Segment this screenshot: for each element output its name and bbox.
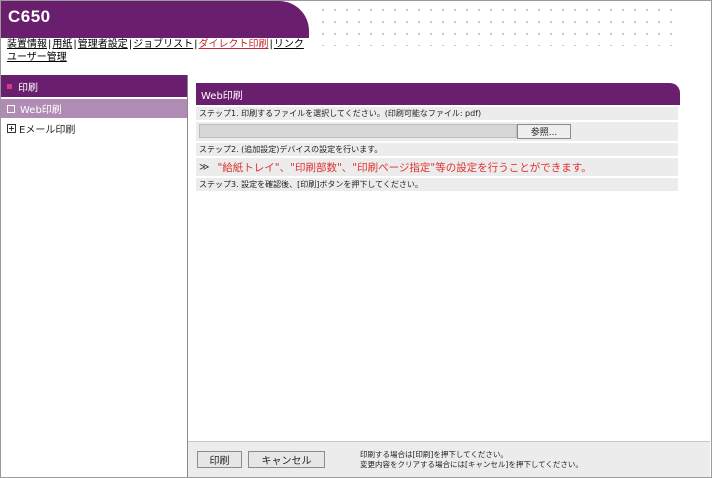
step2-text: ステップ2. (追加設定)デバイスの設定を行います。 xyxy=(199,145,383,154)
nav-job-list[interactable]: ジョブリスト xyxy=(133,39,193,50)
double-chevron-right-icon: ≫ xyxy=(199,161,210,173)
sidebar-item-label: Eメール印刷 xyxy=(19,124,76,136)
sidebar-item-email-print[interactable]: Eメール印刷 xyxy=(1,118,187,138)
header-title-bar: C650 xyxy=(1,1,309,38)
expand-plus-icon[interactable] xyxy=(7,123,16,133)
sidebar-item-label: Web印刷 xyxy=(20,105,62,116)
nav-user-management[interactable]: ユーザー管理 xyxy=(7,52,67,63)
step2-settings-link[interactable]: "給紙トレイ"、"印刷部数"、"印刷ページ指定"等の設定を行うことができます。 xyxy=(217,160,591,175)
file-path-input[interactable] xyxy=(199,124,517,138)
nav-device-info[interactable]: 装置情報 xyxy=(7,39,47,50)
footer-note-line2: 変更内容をクリアする場合には[キャンセル]を押下してください。 xyxy=(360,460,583,469)
sidebar-heading-label: 印刷 xyxy=(18,82,38,94)
app-frame: C650 装置情報|用紙|管理者設定|ジョブリスト|ダイレクト印刷|リンク ユー… xyxy=(0,0,712,478)
step2-settings-row[interactable]: ≫ "給紙トレイ"、"印刷部数"、"印刷ページ指定"等の設定を行うことができます… xyxy=(196,158,678,176)
footer-note-line1: 印刷する場合は[印刷]を押下してください。 xyxy=(360,450,508,459)
bullet-square-icon xyxy=(7,83,12,89)
sidebar: 印刷 Web印刷 Eメール印刷 xyxy=(1,75,188,477)
nav-paper[interactable]: 用紙 xyxy=(52,39,72,50)
nav-admin-settings[interactable]: 管理者設定 xyxy=(78,39,128,50)
sidebar-heading: 印刷 xyxy=(1,75,187,97)
checkbox-square-icon xyxy=(7,104,15,113)
nav-link[interactable]: リンク xyxy=(274,39,304,50)
print-button[interactable]: 印刷 xyxy=(197,451,242,468)
browse-button[interactable]: 参照... xyxy=(517,124,571,139)
panel-title: Web印刷 xyxy=(196,83,680,105)
step2-row: ステップ2. (追加設定)デバイスの設定を行います。 xyxy=(196,143,678,156)
step1-text: ステップ1. 印刷するファイルを選択してください。(印刷可能なファイル: pdf… xyxy=(199,109,482,118)
nav-direct-print[interactable]: ダイレクト印刷 xyxy=(199,39,269,50)
footer-bar: 印刷 キャンセル 印刷する場合は[印刷]を押下してください。 変更内容をクリアす… xyxy=(188,441,710,477)
step1-row: ステップ1. 印刷するファイルを選択してください。(印刷可能なファイル: pdf… xyxy=(196,107,678,120)
step3-text: ステップ3. 設定を確認後、[印刷]ボタンを押下してください。 xyxy=(199,180,423,189)
app-title: C650 xyxy=(8,7,51,26)
cancel-button[interactable]: キャンセル xyxy=(248,451,325,468)
sidebar-item-web-print[interactable]: Web印刷 xyxy=(1,99,187,118)
header-dot-pattern xyxy=(317,4,677,46)
footer-help-text: 印刷する場合は[印刷]を押下してください。 変更内容をクリアする場合には[キャン… xyxy=(360,450,583,470)
top-nav: 装置情報|用紙|管理者設定|ジョブリスト|ダイレクト印刷|リンク ユーザー管理 xyxy=(7,38,317,64)
step3-row: ステップ3. 設定を確認後、[印刷]ボタンを押下してください。 xyxy=(196,178,678,191)
